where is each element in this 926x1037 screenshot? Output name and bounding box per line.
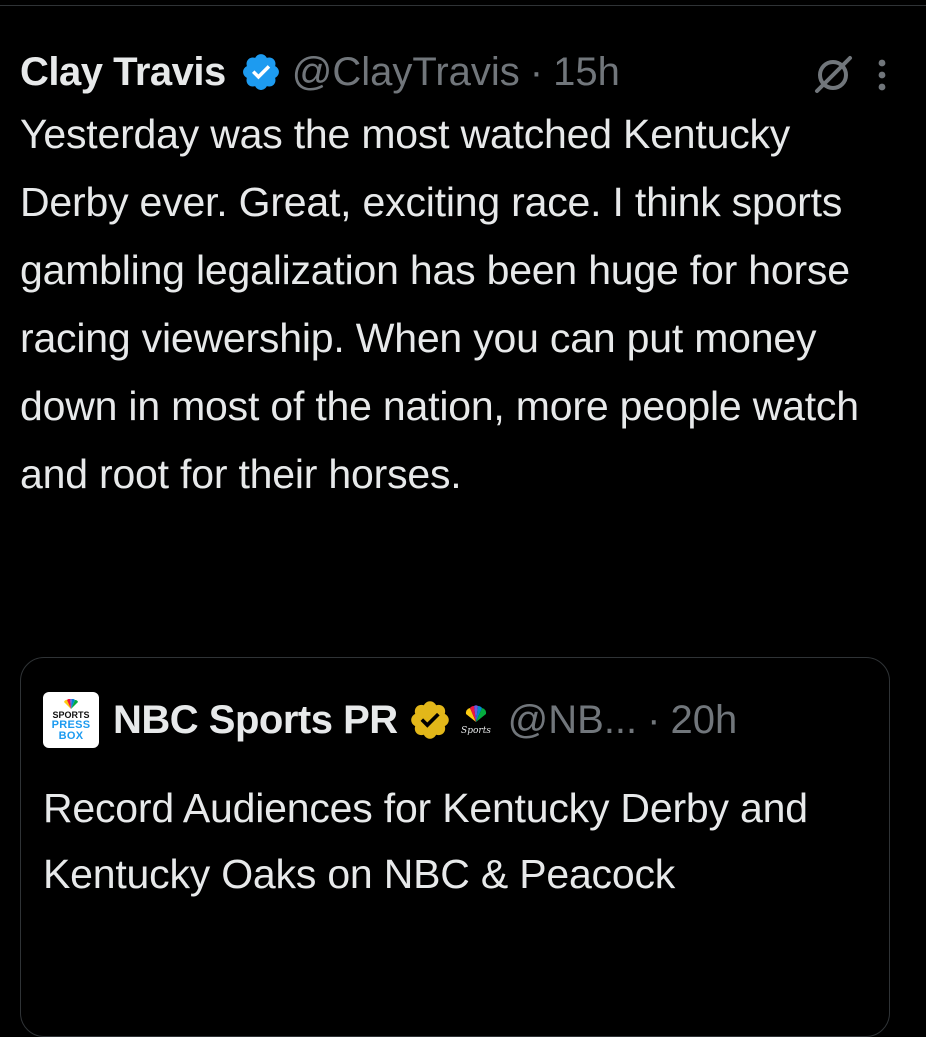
more-options-icon[interactable] xyxy=(874,55,890,95)
tweet-timestamp[interactable]: 15h xyxy=(553,50,620,95)
gold-verified-badge-icon[interactable] xyxy=(408,698,452,742)
tweet[interactable]: Clay Travis @ClayTravis · 15h Yesterday … xyxy=(20,40,900,508)
avatar-text-sports: SPORTS xyxy=(52,709,90,720)
quoted-author-display-name[interactable]: NBC Sports PR xyxy=(113,698,398,743)
quoted-tweet-card[interactable]: SPORTS PRESS BOX NBC Sports PR Sports @N… xyxy=(20,657,890,1037)
quoted-tweet-text: Record Audiences for Kentucky Derby and … xyxy=(43,785,808,897)
avatar-text-box: BOX xyxy=(58,729,84,742)
quoted-author-avatar[interactable]: SPORTS PRESS BOX xyxy=(43,692,99,748)
tweet-text: Yesterday was the most watched Kentucky … xyxy=(20,111,859,497)
author-display-name[interactable]: Clay Travis xyxy=(20,50,226,95)
affiliate-label: Sports xyxy=(461,726,491,736)
grok-icon[interactable] xyxy=(810,52,856,98)
top-divider xyxy=(0,0,926,6)
quoted-tweet-header: SPORTS PRESS BOX NBC Sports PR Sports @N… xyxy=(43,692,737,748)
peacock-logo-icon xyxy=(64,698,78,709)
tweet-header-actions xyxy=(810,52,890,98)
verified-badge-icon[interactable] xyxy=(240,51,282,93)
nbc-sports-affiliate-icon[interactable]: Sports xyxy=(456,702,496,738)
author-handle[interactable]: @ClayTravis xyxy=(292,50,520,95)
tweet-header: Clay Travis @ClayTravis · 15h xyxy=(20,40,900,104)
separator-dot: · xyxy=(529,49,544,94)
quoted-author-handle[interactable]: @NB... xyxy=(508,698,638,743)
avatar-text-press: PRESS xyxy=(51,718,91,731)
quoted-separator-dot: · xyxy=(647,697,661,742)
quoted-tweet-timestamp[interactable]: 20h xyxy=(670,698,737,743)
